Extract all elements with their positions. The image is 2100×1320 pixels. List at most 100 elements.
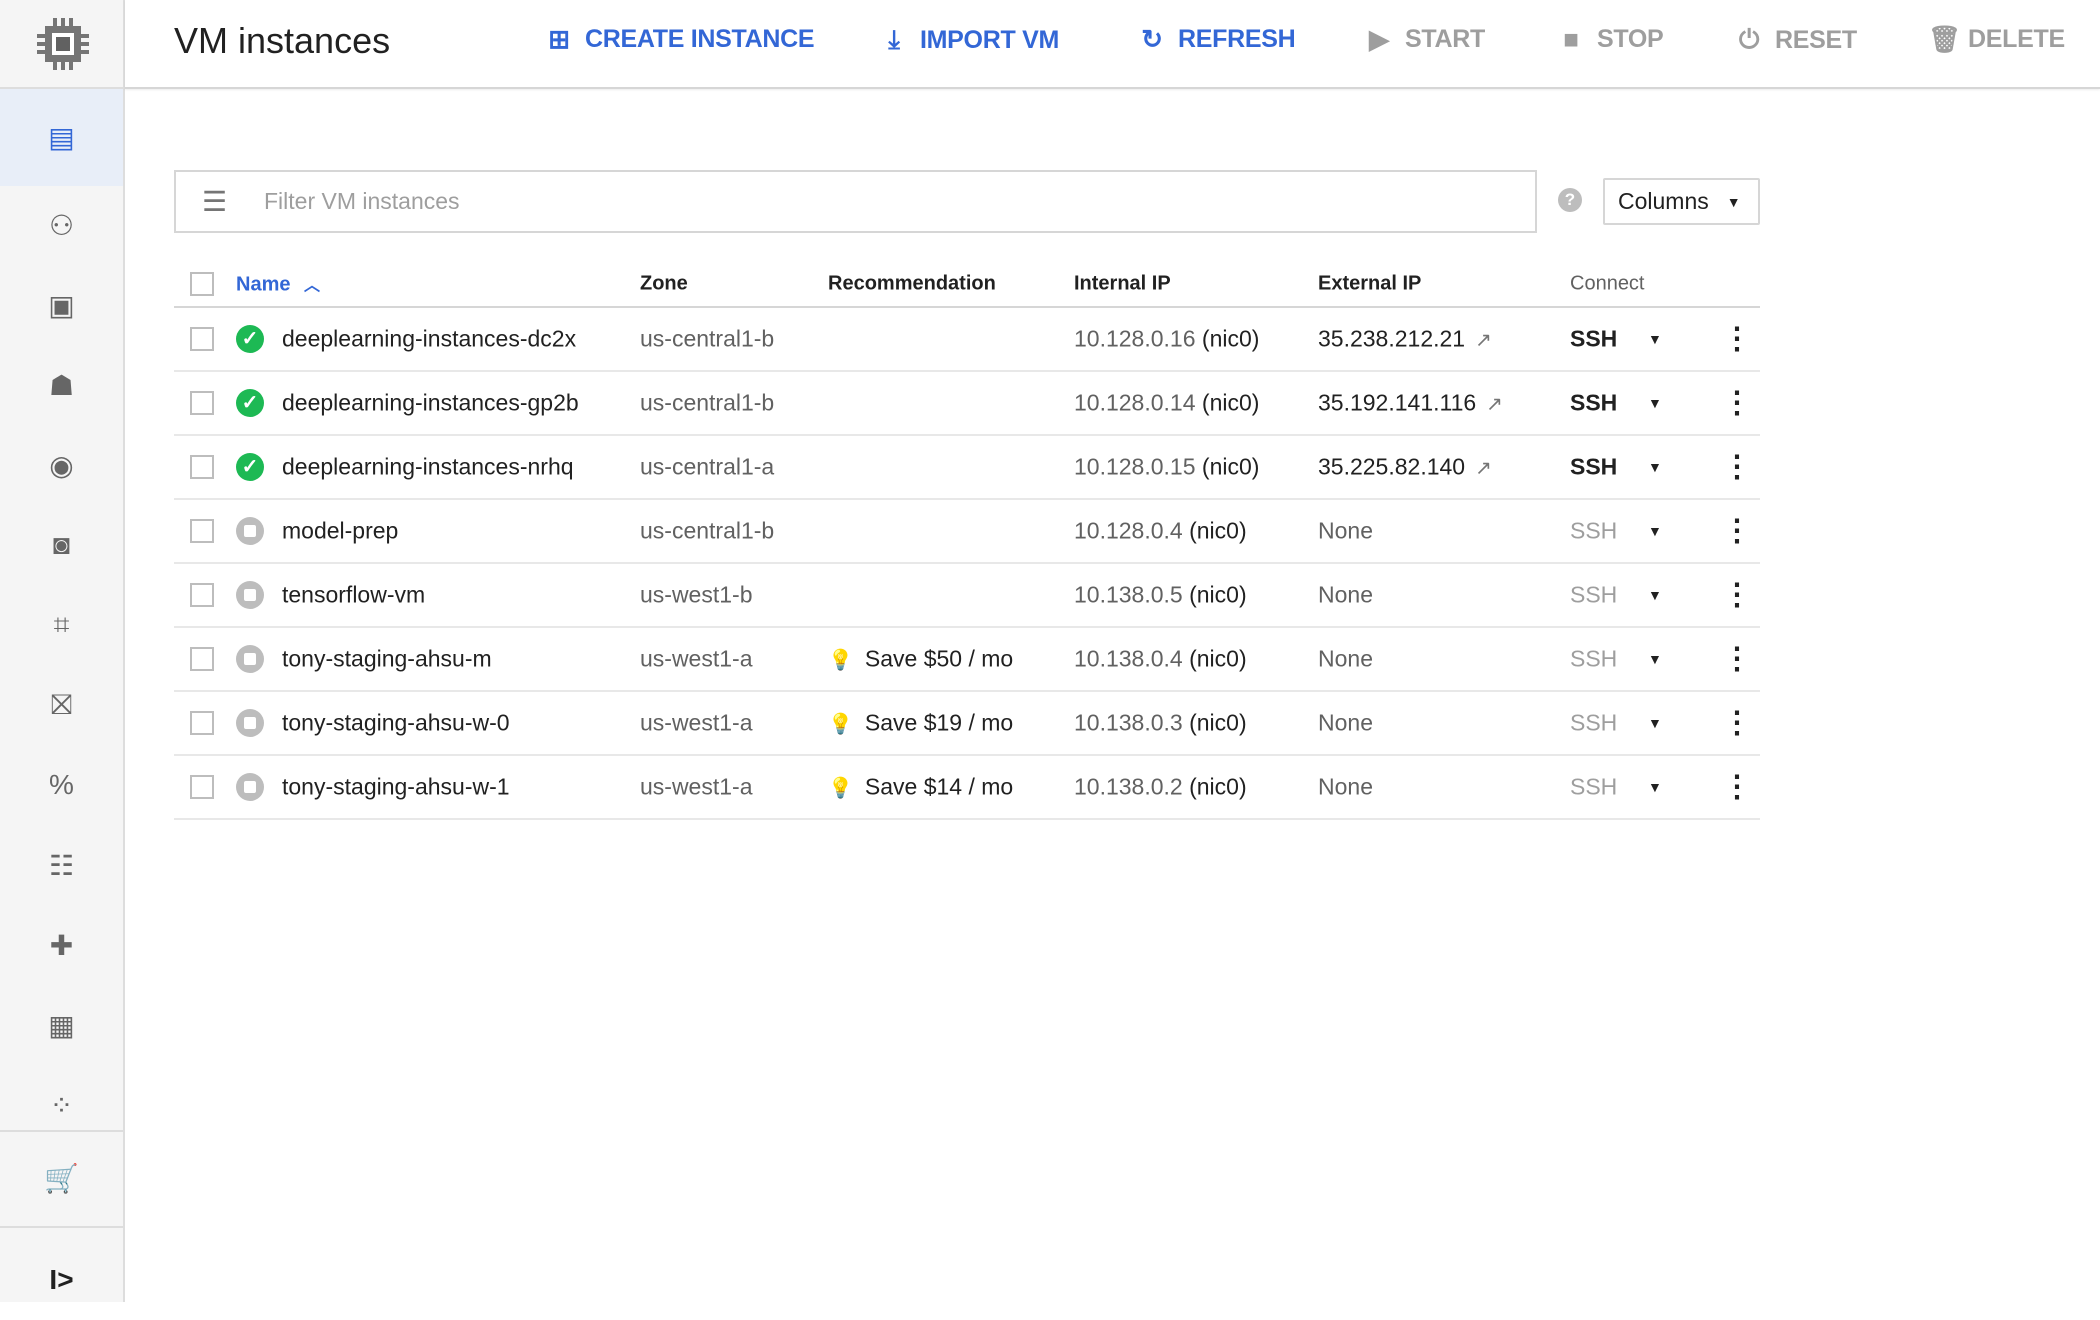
sidebar-item-zones[interactable]: ▦ xyxy=(0,985,123,1065)
row-checkbox[interactable] xyxy=(190,647,214,671)
filter-input[interactable] xyxy=(264,188,1464,215)
ssh-button[interactable]: SSH xyxy=(1570,774,1617,801)
table-row[interactable]: tensorflow-vm us-west1-b 10.138.0.5 (nic… xyxy=(174,564,1760,628)
instance-name-link[interactable]: tony-staging-ahsu-w-0 xyxy=(282,710,510,737)
sidebar-item-instance-templates[interactable]: ▣ xyxy=(0,265,123,345)
ssh-button[interactable]: SSH xyxy=(1570,390,1617,417)
header-internal-ip[interactable]: Internal IP xyxy=(1074,273,1171,296)
filter-bar: ☰ xyxy=(174,170,1537,233)
more-options-icon[interactable]: ⋮ xyxy=(1722,578,1752,613)
table-row[interactable]: tony-staging-ahsu-m us-west1-a 💡 Save $50… xyxy=(174,628,1760,692)
ssh-dropdown-icon[interactable]: ▼ xyxy=(1648,779,1662,795)
row-checkbox[interactable] xyxy=(190,327,214,351)
table-row[interactable]: model-prep us-central1-b 10.128.0.4 (nic… xyxy=(174,500,1760,564)
sidebar-item-sole-tenant-nodes[interactable]: ☗ xyxy=(0,345,123,425)
sidebar-item-metadata[interactable]: ☷ xyxy=(0,825,123,905)
more-options-icon[interactable]: ⋮ xyxy=(1722,770,1752,805)
instance-name-link[interactable]: tensorflow-vm xyxy=(282,582,425,609)
row-checkbox[interactable] xyxy=(190,391,214,415)
zones-icon: ▦ xyxy=(48,1009,75,1041)
recommendation[interactable]: 💡 Save $19 / mo xyxy=(828,710,1013,737)
recommendation[interactable]: 💡 Save $50 / mo xyxy=(828,646,1013,673)
more-options-icon[interactable]: ⋮ xyxy=(1722,322,1752,357)
running-status-icon: ✓ xyxy=(236,325,264,353)
external-ip[interactable]: 35.192.141.116 ↗ xyxy=(1318,390,1503,417)
sidebar-item-images[interactable]: ⌗ xyxy=(0,585,123,665)
import-vm-button[interactable]: ⤓ IMPORT VM xyxy=(880,24,1059,56)
stop-button[interactable]: ■ STOP xyxy=(1557,24,1663,55)
ssh-button[interactable]: SSH xyxy=(1570,646,1617,673)
sidebar-item-committed-use-discounts[interactable]: % xyxy=(0,745,123,825)
select-all-checkbox[interactable] xyxy=(190,272,214,296)
more-options-icon[interactable]: ⋮ xyxy=(1722,514,1752,549)
committed-use-discounts-icon: % xyxy=(49,769,74,800)
sidebar-item-disks[interactable]: ◉ xyxy=(0,425,123,505)
sidebar-item-network-endpoint-groups[interactable]: ⁘ xyxy=(0,1065,123,1145)
table-row[interactable]: ✓ deeplearning-instances-dc2x us-central… xyxy=(174,308,1760,372)
instance-name-link[interactable]: model-prep xyxy=(282,518,398,545)
instance-name-link[interactable]: deeplearning-instances-nrhq xyxy=(282,454,574,481)
refresh-button[interactable]: ↻ REFRESH xyxy=(1138,24,1295,55)
header-zone[interactable]: Zone xyxy=(640,273,688,296)
sidebar-item-health-checks[interactable]: ✚ xyxy=(0,905,123,985)
columns-button[interactable]: Columns ▼ xyxy=(1603,178,1760,225)
more-options-icon[interactable]: ⋮ xyxy=(1722,642,1752,677)
row-checkbox[interactable] xyxy=(190,583,214,607)
sidebar-item-tpus[interactable]: ⛝ xyxy=(0,665,123,745)
table-row[interactable]: tony-staging-ahsu-w-1 us-west1-a 💡 Save $… xyxy=(174,756,1760,820)
instance-name-link[interactable]: tony-staging-ahsu-m xyxy=(282,646,492,673)
instance-groups-icon: ⚇ xyxy=(48,209,75,241)
sidebar-item-snapshots[interactable]: ◙ xyxy=(0,505,123,585)
more-options-icon[interactable]: ⋮ xyxy=(1722,706,1752,741)
ssh-dropdown-icon[interactable]: ▼ xyxy=(1648,523,1662,539)
sidebar-item-instance-groups[interactable]: ⚇ xyxy=(0,185,123,265)
external-ip[interactable]: 35.238.212.21 ↗ xyxy=(1318,326,1492,353)
internal-ip: 10.128.0.14 (nic0) xyxy=(1074,389,1260,416)
external-ip: None xyxy=(1318,709,1373,736)
external-ip[interactable]: 35.225.82.140 ↗ xyxy=(1318,454,1492,481)
header-recommendation[interactable]: Recommendation xyxy=(828,273,996,296)
ssh-dropdown-icon[interactable]: ▼ xyxy=(1648,587,1662,603)
ssh-dropdown-icon[interactable]: ▼ xyxy=(1648,395,1662,411)
reset-button[interactable]: ⏻ RESET xyxy=(1735,24,1857,56)
zone: us-central1-a xyxy=(640,453,775,480)
create-instance-button[interactable]: ⊞ CREATE INSTANCE xyxy=(545,24,814,55)
ssh-button[interactable]: SSH xyxy=(1570,710,1617,737)
sidebar-item-vm-instances[interactable]: ▤ xyxy=(0,89,123,186)
sidebar: ▤ ⚇ ▣ ☗ ◉ ◙ ⌗ ⛝% ☷ ✚ ▦ ⁘ 🛒 I> xyxy=(0,0,125,1302)
ssh-button[interactable]: SSH xyxy=(1570,582,1617,609)
instance-name-link[interactable]: deeplearning-instances-gp2b xyxy=(282,390,579,417)
button-label: DELETE xyxy=(1968,25,2065,53)
ssh-button[interactable]: SSH xyxy=(1570,326,1617,353)
row-checkbox[interactable] xyxy=(190,455,214,479)
delete-button[interactable]: 🗑 DELETE xyxy=(1928,24,2065,55)
table-header: Name ︿ Zone Recommendation Internal IP E… xyxy=(174,262,1760,308)
more-options-icon[interactable]: ⋮ xyxy=(1722,450,1752,485)
start-button[interactable]: ▶ START xyxy=(1365,24,1485,55)
table-row[interactable]: ✓ deeplearning-instances-gp2b us-central… xyxy=(174,372,1760,436)
table-row[interactable]: ✓ deeplearning-instances-nrhq us-central… xyxy=(174,436,1760,500)
ssh-dropdown-icon[interactable]: ▼ xyxy=(1648,331,1662,347)
row-checkbox[interactable] xyxy=(190,519,214,543)
help-icon[interactable]: ? xyxy=(1558,188,1582,212)
external-link-icon[interactable]: ↗ xyxy=(1486,394,1503,416)
ssh-dropdown-icon[interactable]: ▼ xyxy=(1648,651,1662,667)
ssh-button[interactable]: SSH xyxy=(1570,454,1617,481)
row-checkbox[interactable] xyxy=(190,711,214,735)
instance-name-link[interactable]: deeplearning-instances-dc2x xyxy=(282,326,576,353)
expand-sidebar-icon[interactable]: I> xyxy=(0,1240,123,1320)
external-link-icon[interactable]: ↗ xyxy=(1475,330,1492,352)
header-name[interactable]: Name ︿ xyxy=(236,272,320,297)
compute-engine-logo[interactable] xyxy=(0,0,125,89)
instance-name-link[interactable]: tony-staging-ahsu-w-1 xyxy=(282,774,510,801)
ssh-dropdown-icon[interactable]: ▼ xyxy=(1648,459,1662,475)
more-options-icon[interactable]: ⋮ xyxy=(1722,386,1752,421)
external-link-icon[interactable]: ↗ xyxy=(1475,458,1492,480)
ssh-button[interactable]: SSH xyxy=(1570,518,1617,545)
row-checkbox[interactable] xyxy=(190,775,214,799)
recommendation[interactable]: 💡 Save $14 / mo xyxy=(828,774,1013,801)
header-external-ip[interactable]: External IP xyxy=(1318,273,1421,296)
ssh-dropdown-icon[interactable]: ▼ xyxy=(1648,715,1662,731)
table-row[interactable]: tony-staging-ahsu-w-0 us-west1-a 💡 Save $… xyxy=(174,692,1760,756)
sidebar-item-marketplace[interactable]: 🛒 xyxy=(0,1138,123,1218)
